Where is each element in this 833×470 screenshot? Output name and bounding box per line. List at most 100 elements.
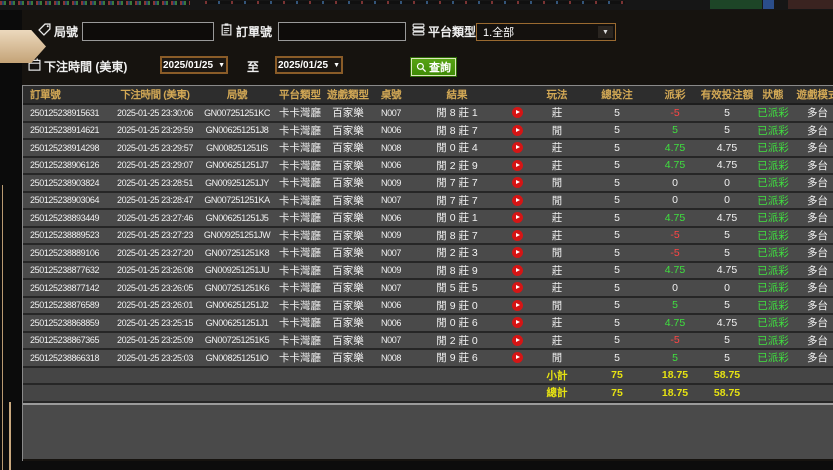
play-video-icon[interactable] [511,177,523,189]
cell-total-bet: 5 [614,229,620,242]
table-row: 250125238893449 2025-01-25 23:27:46 GN0062… [23,210,833,228]
cell-play [503,352,531,364]
play-video-icon[interactable] [511,107,523,119]
platform-type-select[interactable]: 1.全部 ▼ [476,23,616,41]
subtotal-row-payout: 18.75 [661,369,689,382]
cell-bet-time: 2025-01-25 23:28:51 [117,177,193,188]
cell-payout: -5 [670,106,680,119]
cell-game-type: 百家樂 [332,212,364,225]
cell-valid-bet: 5 [724,334,730,347]
table-row: 250125238877142 2025-01-25 23:26:05 GN0072… [23,280,833,298]
cell-bet-type: 莊 [551,142,563,155]
cell-status: 已派彩 [757,124,789,137]
cell-order-number: 250125238877142 [30,282,100,293]
cell-total-bet: 5 [614,281,620,294]
bead-road-specks [205,1,625,4]
cell-valid-bet: 4.75 [716,159,738,172]
cell-table-number: N006 [381,125,401,136]
cell-round-number: GN007251251K8 [204,247,270,258]
cell-bet-time: 2025-01-25 23:25:03 [117,352,193,363]
cell-total-bet: 5 [614,176,620,189]
cell-valid-bet: 4.75 [716,211,738,224]
column-header-round-number: 局號 [226,89,248,101]
cell-round-number: GN007251251KC [204,107,270,118]
cell-valid-bet: 5 [724,299,730,312]
play-video-icon[interactable] [511,194,523,206]
cell-status: 已派彩 [757,264,789,277]
round-number-input[interactable] [82,22,214,41]
search-button[interactable]: 查詢 [410,57,457,77]
cell-game-mode: 多台 [807,299,828,312]
subtotal-row-total-bet: 75 [611,369,623,382]
cell-payout: 5 [672,299,678,312]
column-header-result: 結果 [446,89,468,101]
cell-order-number: 250125238867365 [30,335,100,346]
cell-result: 閒 2 莊 9 [436,159,478,172]
background-tab-blue [763,0,774,9]
cell-result: 閒 0 莊 6 [436,317,478,330]
cell-table-number: N008 [381,352,401,363]
cell-platform-type: 卡卡灣廳 [279,282,321,295]
cell-round-number: GN006251251J8 [205,125,269,136]
cell-result: 閒 7 莊 7 [436,194,478,207]
cell-total-bet: 5 [614,141,620,154]
subtotal-row: 小計 75 18.75 58.75 [23,367,833,385]
cell-play [503,212,531,224]
cell-play [503,264,531,276]
play-video-icon[interactable] [511,159,523,171]
cell-table-number: N006 [381,160,401,171]
date-from-value: 2025/01/25 [163,59,214,71]
play-video-icon[interactable] [511,124,523,136]
cell-round-number: GN007251251K5 [204,335,270,346]
cell-status: 已派彩 [757,194,789,207]
cell-total-bet: 5 [614,106,620,119]
cell-game-type: 百家樂 [332,142,364,155]
table-row: 250125238868859 2025-01-25 23:25:15 GN0062… [23,315,833,333]
cell-result: 閒 7 莊 7 [436,177,478,190]
cell-bet-time: 2025-01-25 23:29:57 [117,142,193,153]
play-video-icon[interactable] [511,264,523,276]
cell-game-mode: 多台 [807,142,828,155]
cell-valid-bet: 4.75 [716,141,738,154]
cell-order-number: 250125238877632 [30,265,100,276]
chevron-down-icon[interactable]: ▼ [598,26,613,38]
cell-total-bet: 5 [614,299,620,312]
cell-payout: 4.75 [664,141,686,154]
cell-table-number: N009 [381,230,401,241]
cell-game-type: 百家樂 [332,264,364,277]
search-button-label: 查詢 [429,62,451,74]
play-video-icon[interactable] [511,229,523,241]
cell-game-type: 百家樂 [332,229,364,242]
cell-valid-bet: 5 [724,246,730,259]
play-video-icon[interactable] [511,317,523,329]
play-video-icon[interactable] [511,212,523,224]
bet-records-table: 訂單號 下注時間 (美東) 局號 平台類型 遊戲類型 桌號 結果 玩法 總投注 派彩 有效投注額 狀態… [22,85,833,461]
play-video-icon[interactable] [511,299,523,311]
total-row: 總計 75 18.75 58.75 [23,385,833,403]
cell-payout: 4.75 [664,264,686,277]
play-video-icon[interactable] [511,142,523,154]
cell-total-bet: 5 [614,246,620,259]
cell-valid-bet: 4.75 [716,264,738,277]
cell-bet-type: 莊 [551,107,563,120]
cell-game-mode: 多台 [807,247,828,260]
cell-payout: -5 [670,229,680,242]
cell-platform-type: 卡卡灣廳 [279,334,321,347]
column-header-game-mode: 遊戲模式 [796,89,833,101]
cell-order-number: 250125238914621 [30,125,100,136]
cell-platform-type: 卡卡灣廳 [279,299,321,312]
table-empty-area [23,404,833,459]
cell-bet-time: 2025-01-25 23:27:20 [117,247,193,258]
cell-bet-type: 莊 [551,317,563,330]
play-video-icon[interactable] [511,334,523,346]
date-to-picker[interactable]: 2025/01/25 ▼ [275,56,343,74]
column-header-payout: 派彩 [664,89,686,101]
play-video-icon[interactable] [511,352,523,364]
order-number-input[interactable] [278,22,406,41]
cell-bet-time: 2025-01-25 23:25:09 [117,335,193,346]
play-video-icon[interactable] [511,282,523,294]
play-video-icon[interactable] [511,247,523,259]
cell-round-number: GN006251251J7 [205,160,269,171]
date-from-picker[interactable]: 2025/01/25 ▼ [160,56,228,74]
platform-type-selected-value: 1.全部 [483,27,515,39]
